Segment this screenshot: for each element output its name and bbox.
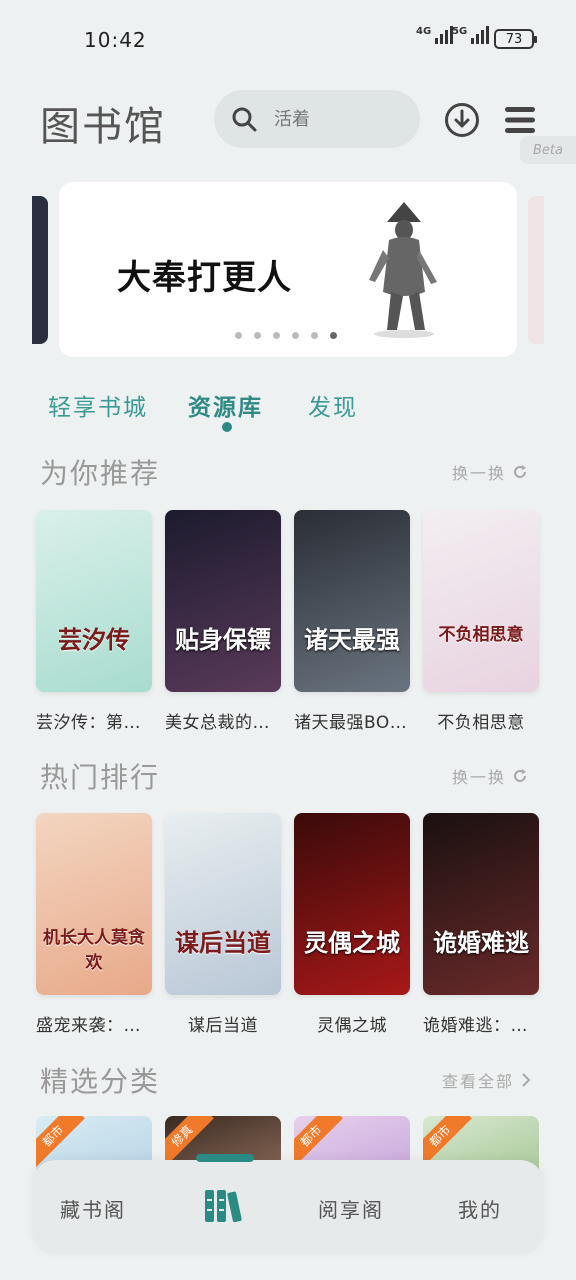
refresh-label: 换一换 <box>452 768 507 787</box>
book-cover[interactable]: 灵偶之城 <box>294 813 410 995</box>
signal-4g-icon: 4G <box>416 26 454 44</box>
book-title[interactable]: 芸汐传：第一部 <box>36 708 152 733</box>
refresh-icon <box>514 769 527 782</box>
book-cover-text: 芸汐传 <box>58 625 130 654</box>
search-input[interactable] <box>274 108 404 130</box>
book-card[interactable]: 谋后当道 谋后当道 <box>165 813 281 1036</box>
banner-title: 大奉打更人 <box>117 258 292 298</box>
book-cover-text: 灵偶之城 <box>304 928 400 957</box>
book-cover-text: 不负相思意 <box>438 625 524 645</box>
book-card[interactable]: 机长大人莫贪欢盛宠来袭：机长大人莫贪欢 <box>36 813 152 1036</box>
book-cover[interactable]: 谋后当道 <box>165 813 281 995</box>
book-card[interactable]: 芸汐传芸汐传：第一部 <box>36 510 152 733</box>
book-cover[interactable]: 诡婚难逃 <box>423 813 539 995</box>
book-title[interactable]: 诸天最强BOSS <box>294 708 410 733</box>
page-title: 图书馆 <box>40 104 166 150</box>
beta-badge[interactable]: Beta <box>520 136 576 164</box>
active-tab-indicator <box>222 422 232 432</box>
book-cover[interactable]: 机长大人莫贪欢 <box>36 813 152 995</box>
carousel-dots <box>235 332 337 339</box>
book-card[interactable]: 贴身保镖美女总裁的贴身保镖 <box>165 510 281 733</box>
book-cover[interactable]: 诸天最强 <box>294 510 410 692</box>
book-cover[interactable]: 贴身保镖 <box>165 510 281 692</box>
book-cover-text: 诡婚难逃 <box>433 928 529 957</box>
chevron-right-icon <box>522 1073 531 1087</box>
section-title-category: 精选分类 <box>40 1065 161 1098</box>
status-time: 10:42 <box>84 28 147 52</box>
view-all-button[interactable]: 查看全部 <box>442 1068 532 1092</box>
nav-item-reading[interactable]: 阅享阁 <box>318 1194 384 1223</box>
signal-5g-icon: 5G <box>452 26 490 44</box>
carousel-dot[interactable] <box>311 332 318 339</box>
section-title-hot: 热门排行 <box>40 761 161 794</box>
book-cover-text: 机长大人莫贪欢 <box>43 928 145 973</box>
battery-level: 73 <box>505 31 523 47</box>
menu-icon[interactable] <box>504 104 536 136</box>
nav-item-bookshelf[interactable]: 藏书阁 <box>60 1194 126 1223</box>
book-card[interactable]: 灵偶之城 灵偶之城 <box>294 813 410 1036</box>
tab-resource-library[interactable]: 资源库 <box>188 388 263 422</box>
search-box[interactable] <box>214 90 420 148</box>
carousel-dot[interactable] <box>235 332 242 339</box>
book-card[interactable]: 诸天最强诸天最强BOSS <box>294 510 410 733</box>
refresh-hot-button[interactable]: 换一换 <box>452 764 528 788</box>
banner-illustration <box>369 202 437 338</box>
battery-icon: 73 <box>494 29 537 49</box>
carousel-dot[interactable] <box>273 332 280 339</box>
book-card[interactable]: 不负相思意 不负相思意 <box>423 510 539 733</box>
download-icon[interactable] <box>444 102 480 138</box>
bottom-nav: 藏书阁 阅享阁 我的 <box>32 1154 544 1254</box>
refresh-icon <box>514 465 527 478</box>
book-title[interactable]: 盛宠来袭：机长大人莫贪欢 <box>36 1011 152 1036</box>
book-card[interactable]: 诡婚难逃诡婚难逃：阴阳鬼师 <box>423 813 539 1036</box>
book-title[interactable]: 谋后当道 <box>165 1011 281 1036</box>
network-label-4g: 4G <box>416 26 432 37</box>
refresh-label: 换一换 <box>452 464 507 483</box>
book-title[interactable]: 美女总裁的贴身保镖 <box>165 708 281 733</box>
banner-carousel[interactable]: 大奉打更人 <box>59 182 517 357</box>
nav-item-mine[interactable]: 我的 <box>458 1194 502 1223</box>
library-books-icon[interactable] <box>204 1186 244 1224</box>
book-cover-text: 谋后当道 <box>175 928 271 957</box>
status-bar: 10:42 4G 5G 73 <box>0 0 576 76</box>
book-cover-text: 诸天最强 <box>304 625 400 654</box>
banner-prev-peek[interactable] <box>32 196 48 344</box>
banner-next-peek[interactable] <box>528 196 544 344</box>
book-title[interactable]: 灵偶之城 <box>294 1011 410 1036</box>
carousel-dot-active[interactable] <box>330 332 337 339</box>
network-label-5g: 5G <box>452 26 468 37</box>
book-cover[interactable]: 芸汐传 <box>36 510 152 692</box>
carousel-dot[interactable] <box>292 332 299 339</box>
carousel-dot[interactable] <box>254 332 261 339</box>
tab-discover[interactable]: 发现 <box>308 388 358 422</box>
refresh-recommend-button[interactable]: 换一换 <box>452 460 528 484</box>
book-cover[interactable]: 不负相思意 <box>423 510 539 692</box>
search-icon <box>232 107 257 132</box>
book-cover-text: 贴身保镖 <box>175 625 271 654</box>
tab-light-bookstore[interactable]: 轻享书城 <box>48 388 148 422</box>
nav-active-indicator <box>196 1154 254 1162</box>
section-title-recommend: 为你推荐 <box>40 457 161 490</box>
book-title[interactable]: 不负相思意 <box>423 708 539 733</box>
book-title[interactable]: 诡婚难逃：阴阳鬼师 <box>423 1011 539 1036</box>
view-all-label: 查看全部 <box>442 1072 515 1091</box>
